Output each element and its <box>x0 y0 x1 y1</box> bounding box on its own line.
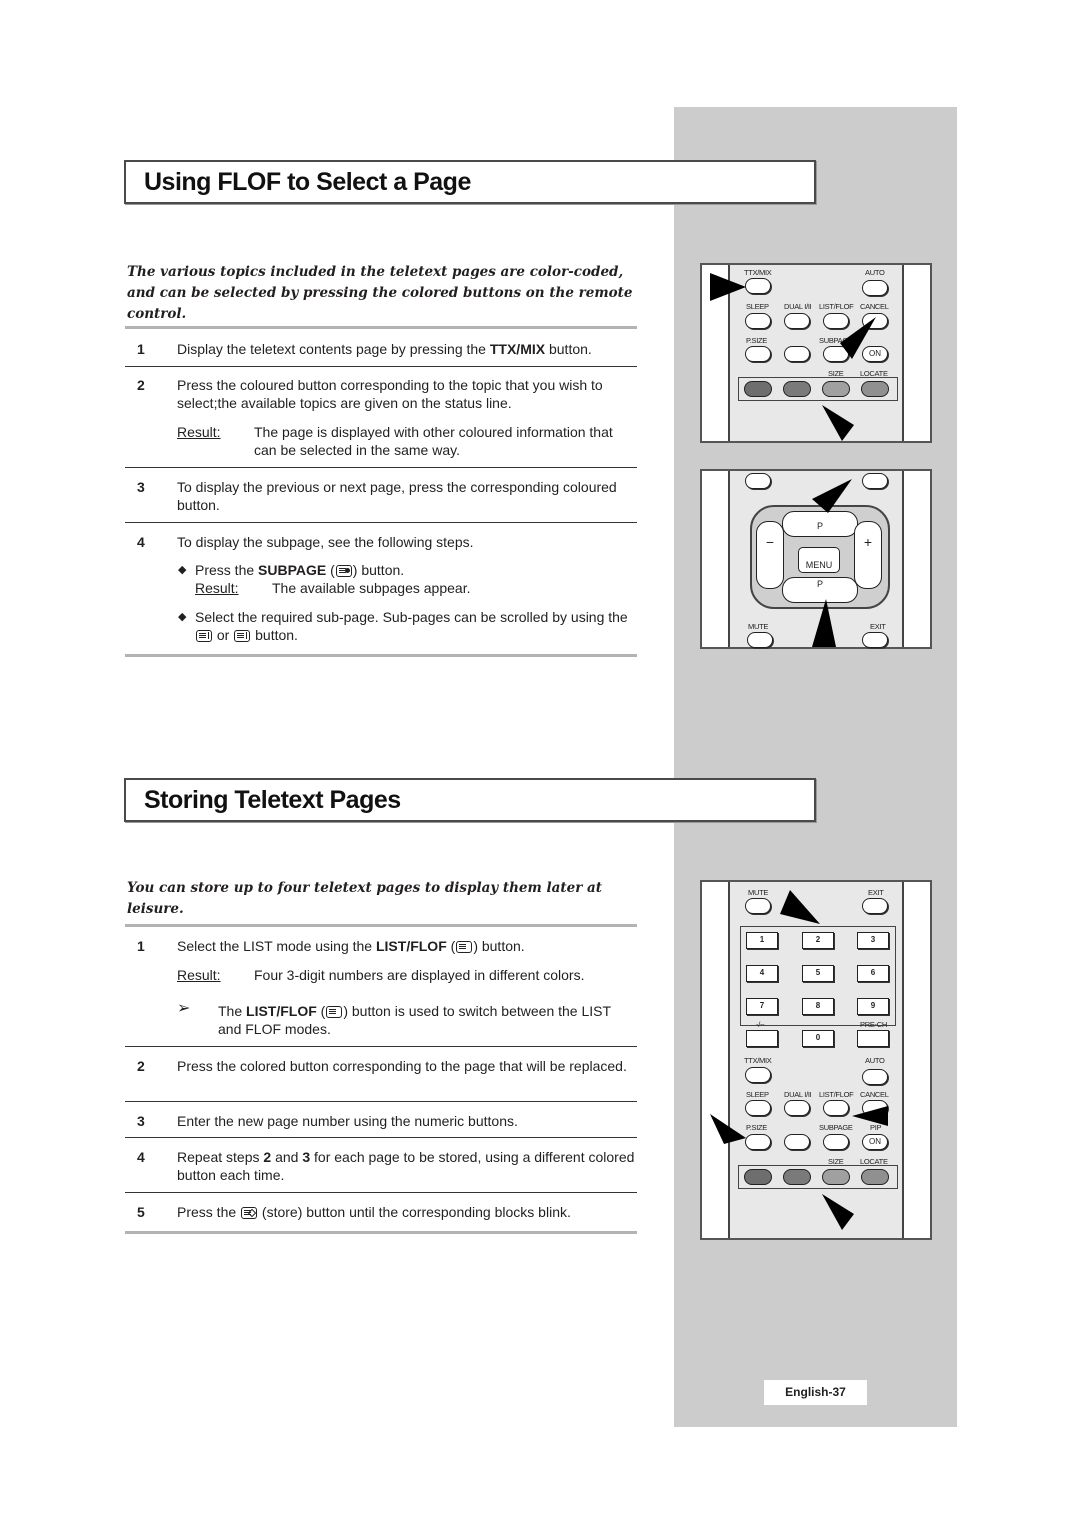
step-number: 2 <box>137 377 145 393</box>
step-2: 2 Press the coloured button correspondin… <box>125 376 637 466</box>
text: ) button. <box>352 562 405 578</box>
arrow-icon <box>710 273 746 301</box>
step-number: 2 <box>137 1058 145 1074</box>
note-arrow-icon: ➢ <box>177 1000 191 1017</box>
step-text: Press the coloured button corresponding … <box>177 377 603 411</box>
text: ( <box>446 938 456 954</box>
text: Select the required sub-page. Sub-pages … <box>195 609 628 625</box>
divider <box>125 522 637 523</box>
section-title: Using FLOF to Select a Page <box>144 168 471 196</box>
remote-illustration-1: TTX/MIX AUTO SLEEP DUAL I/II LIST/FLOF C… <box>700 263 932 443</box>
text: and <box>271 1149 303 1165</box>
result-text: Four 3-digit numbers are displayed in di… <box>254 967 585 983</box>
step-number: 1 <box>137 341 145 357</box>
arrow-icon <box>710 1114 746 1144</box>
result-label: Result: <box>195 580 239 596</box>
arrow-icon <box>812 479 852 513</box>
result-label: Result: <box>177 967 221 983</box>
pointer-arrows <box>812 479 852 647</box>
divider <box>125 924 637 927</box>
result-label: Result: <box>177 424 221 440</box>
diamond-bullet-icon: ◆ <box>178 611 187 623</box>
text: The <box>218 1003 247 1019</box>
diamond-bullet-icon: ◆ <box>178 564 187 576</box>
step-text: To display the subpage, see the followin… <box>177 534 474 550</box>
text: ) button. <box>473 938 525 954</box>
step-number: 4 <box>137 1149 145 1165</box>
divider <box>125 1231 637 1234</box>
step-ref: 3 <box>302 1149 311 1165</box>
section-intro: The various topics included in the telet… <box>127 264 633 322</box>
arrow-icon <box>780 890 820 924</box>
step-1: 1 Select the LIST mode using the LIST/FL… <box>125 937 637 1037</box>
step-text: Press the (store) button until the corre… <box>177 1203 637 1221</box>
store-icon <box>241 1207 258 1219</box>
result: Result: The available subpages appear. <box>195 579 615 597</box>
text: Press the <box>177 1204 241 1220</box>
arrow-icon <box>812 599 836 647</box>
divider <box>125 654 637 657</box>
button-name: LIST/FLOF <box>375 938 447 954</box>
page-up-icon <box>234 630 251 642</box>
arrow-icon <box>852 1106 888 1126</box>
step-text: Select the LIST mode using the LIST/FLOF… <box>177 937 637 955</box>
section-title-box: Using FLOF to Select a Page <box>124 160 816 204</box>
step-4: 4 To display the subpage, see the follow… <box>125 533 637 653</box>
subpage-icon <box>335 565 352 577</box>
divider <box>125 326 637 329</box>
text: Display the teletext contents page by pr… <box>177 341 490 357</box>
arrow-icon <box>840 317 876 359</box>
text: button. <box>251 627 298 643</box>
bullet-text: Press the SUBPAGE ( ) button. <box>195 561 637 579</box>
page-number: English-37 <box>764 1380 867 1405</box>
pointer-arrows <box>710 273 876 441</box>
divider <box>125 1137 637 1138</box>
step-text: Enter the new page number using the nume… <box>177 1113 518 1129</box>
result-text: The available subpages appear. <box>272 580 471 596</box>
step-number: 3 <box>137 479 145 495</box>
page-down-icon <box>196 630 212 642</box>
list-flof-icon <box>456 941 473 953</box>
result-text: The page is displayed with other coloure… <box>254 424 613 458</box>
step-text: Press the colored button corresponding t… <box>177 1058 627 1074</box>
remote-illustration-3: MUTE EXIT 1 2 3 4 5 6 7 8 9 -/-- PRE-CH … <box>700 880 932 1240</box>
text: button. <box>545 341 592 357</box>
button-name: SUBPAGE <box>258 562 327 578</box>
note-text: The LIST/FLOF () button is used to switc… <box>218 1002 637 1038</box>
text: ( <box>326 562 335 578</box>
button-name: TTX/MIX <box>489 341 546 357</box>
text: or <box>213 627 234 643</box>
arrow-icon <box>822 1194 854 1230</box>
divider <box>125 1192 637 1193</box>
list-flof-icon <box>326 1006 343 1018</box>
text: ( <box>316 1003 326 1019</box>
divider <box>125 1101 637 1102</box>
remote-illustration-2: P P − + MENU MUTE EXIT <box>700 469 932 649</box>
bullet-text: Select the required sub-page. Sub-pages … <box>195 608 637 644</box>
divider <box>125 366 637 367</box>
text: (store) button until the corresponding b… <box>258 1204 571 1220</box>
step-text: Repeat steps 2 and 3 for each page to be… <box>177 1148 637 1184</box>
pointer-arrows <box>710 890 888 1230</box>
arrow-icon <box>822 405 854 441</box>
divider <box>125 1046 637 1047</box>
step-text: Display the teletext contents page by pr… <box>177 340 637 358</box>
section-title: Storing Teletext Pages <box>144 786 401 814</box>
button-name: LIST/FLOF <box>246 1003 317 1019</box>
text: Select the LIST mode using the <box>177 938 376 954</box>
section-intro: You can store up to four teletext pages … <box>127 880 602 917</box>
text: Repeat steps <box>177 1149 264 1165</box>
step-number: 3 <box>137 1113 145 1129</box>
step-number: 1 <box>137 938 145 954</box>
step-number: 4 <box>137 534 145 550</box>
divider <box>125 467 637 468</box>
text: Press the <box>195 562 259 578</box>
step-number: 5 <box>137 1204 145 1220</box>
step-text: To display the previous or next page, pr… <box>177 479 617 513</box>
section-title-box: Storing Teletext Pages <box>124 778 816 822</box>
